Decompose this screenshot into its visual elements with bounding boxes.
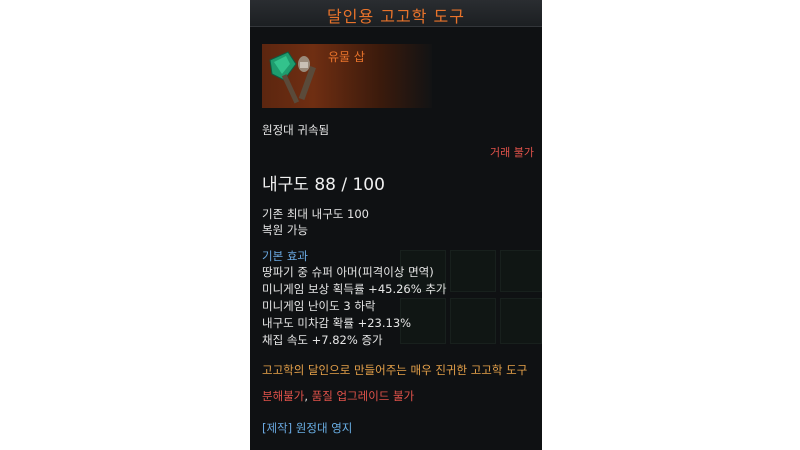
base-max-durability: 기존 최대 내구도 100 xyxy=(262,207,369,221)
restriction-disassemble: 분해불가 xyxy=(262,389,305,403)
restorable-text: 복원 가능 xyxy=(262,223,308,237)
restriction-separator: , xyxy=(304,389,312,403)
effect-line: 내구도 미차감 확률 +23.13% xyxy=(262,316,412,330)
item-tooltip: 달인용 고고학 도구 유물 삽 원정대 귀속됨 거래 불가 내구도 88 / 1… xyxy=(250,0,542,450)
effects-header: 기본 효과 xyxy=(262,249,308,263)
ghost-slot xyxy=(450,250,496,292)
trade-status: 거래 불가 xyxy=(490,146,534,159)
ghost-slot xyxy=(500,298,542,344)
craft-place: 원정대 영지 xyxy=(292,421,353,435)
ghost-slot xyxy=(450,298,496,344)
ghost-slot xyxy=(500,250,542,292)
effect-line: 미니게임 난이도 3 하락 xyxy=(262,299,376,313)
effect-line: 땅파기 중 슈퍼 아머(피격이상 면역) xyxy=(262,265,434,279)
restrictions: 분해불가, 품질 업그레이드 불가 xyxy=(262,388,414,404)
craft-tag: [제작] xyxy=(262,421,293,435)
tooltip-header: 달인용 고고학 도구 xyxy=(250,0,542,27)
effect-line: 미니게임 보상 획득률 +45.26% 추가 xyxy=(262,282,447,296)
item-description: 고고학의 달인으로 만들어주는 매우 진귀한 고고학 도구 xyxy=(262,363,528,377)
item-title: 달인용 고고학 도구 xyxy=(327,7,465,26)
effect-line: 채집 속도 +7.82% 증가 xyxy=(262,333,383,347)
item-type: 유물 삽 xyxy=(328,50,365,64)
shovel-icon xyxy=(269,51,316,104)
restriction-quality: 품질 업그레이드 불가 xyxy=(311,389,415,403)
binding-status: 원정대 귀속됨 xyxy=(262,123,330,137)
craft-location: [제작] 원정대 영지 xyxy=(262,420,352,436)
durability: 내구도 88 / 100 xyxy=(262,175,385,195)
